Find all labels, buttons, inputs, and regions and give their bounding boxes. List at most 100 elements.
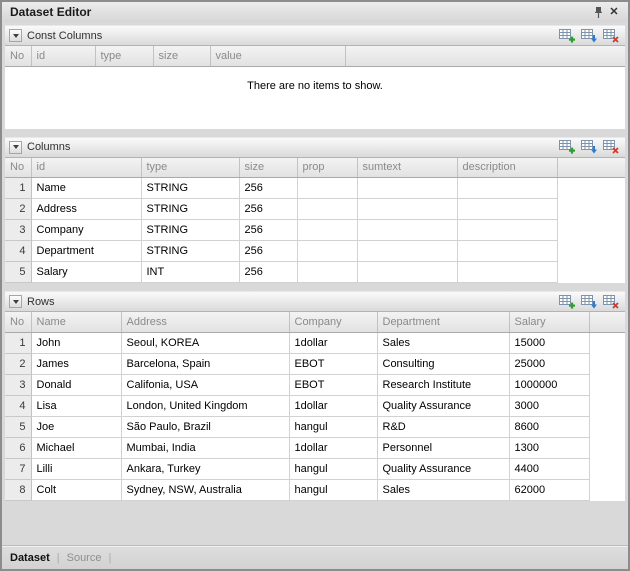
cell[interactable]: London, United Kingdom [121,395,289,416]
column-header[interactable]: type [141,158,239,178]
cell[interactable]: STRING [141,178,239,199]
column-header[interactable]: Name [31,312,121,332]
cell[interactable] [357,220,457,241]
cell[interactable]: EBOT [289,374,377,395]
cell[interactable]: Research Institute [377,374,509,395]
tab-source[interactable]: Source [67,552,102,564]
column-header[interactable]: prop [297,158,357,178]
cell[interactable]: EBOT [289,353,377,374]
cell[interactable]: Lisa [31,395,121,416]
column-header[interactable]: No [5,158,31,178]
cell[interactable] [297,241,357,262]
cell[interactable]: James [31,353,121,374]
column-header[interactable]: id [31,46,95,66]
cell[interactable] [297,199,357,220]
cell[interactable]: hangul [289,416,377,437]
cell[interactable]: 256 [239,241,297,262]
column-header[interactable]: Address [121,312,289,332]
cell[interactable]: 1000000 [509,374,589,395]
cell[interactable]: 4400 [509,458,589,479]
cell[interactable]: Donald [31,374,121,395]
cell[interactable]: 15000 [509,332,589,353]
column-header[interactable]: size [239,158,297,178]
add-row-icon[interactable] [558,294,575,309]
cell[interactable]: Name [31,178,141,199]
cell[interactable]: Sales [377,479,509,500]
collapse-button[interactable] [9,141,22,154]
cell[interactable]: Address [31,199,141,220]
cell[interactable]: Consulting [377,353,509,374]
insert-row-icon[interactable] [580,140,597,155]
add-row-icon[interactable] [558,28,575,43]
cell[interactable]: 62000 [509,479,589,500]
cell[interactable]: 1dollar [289,332,377,353]
cell[interactable]: Sydney, NSW, Australia [121,479,289,500]
cell[interactable] [457,220,557,241]
column-header[interactable]: sumtext [357,158,457,178]
cell[interactable]: 256 [239,262,297,283]
insert-row-icon[interactable] [580,294,597,309]
cell[interactable]: 256 [239,178,297,199]
cell[interactable]: Lilli [31,458,121,479]
delete-row-icon[interactable] [602,294,619,309]
cell[interactable] [297,262,357,283]
cell[interactable]: R&D [377,416,509,437]
cell[interactable]: STRING [141,199,239,220]
cell[interactable] [357,178,457,199]
cell[interactable] [457,241,557,262]
add-row-icon[interactable] [558,140,575,155]
insert-row-icon[interactable] [580,28,597,43]
collapse-button[interactable] [9,29,22,42]
cell[interactable]: 25000 [509,353,589,374]
cell[interactable]: Department [31,241,141,262]
cell[interactable]: STRING [141,241,239,262]
column-header[interactable]: Salary [509,312,589,332]
column-header[interactable]: type [95,46,153,66]
cell[interactable]: 3000 [509,395,589,416]
column-header[interactable]: id [31,158,141,178]
delete-row-icon[interactable] [602,28,619,43]
cell[interactable]: 1dollar [289,437,377,458]
cell[interactable] [357,241,457,262]
column-header[interactable]: size [153,46,210,66]
cell[interactable]: INT [141,262,239,283]
column-header[interactable]: Company [289,312,377,332]
cell[interactable]: Califonia, USA [121,374,289,395]
cell[interactable]: Quality Assurance [377,458,509,479]
collapse-button[interactable] [9,295,22,308]
column-header[interactable]: No [5,312,31,332]
cell[interactable] [457,199,557,220]
cell[interactable]: Quality Assurance [377,395,509,416]
cell[interactable]: Mumbai, India [121,437,289,458]
cell[interactable]: São Paulo, Brazil [121,416,289,437]
column-header[interactable]: Department [377,312,509,332]
cell[interactable]: 8600 [509,416,589,437]
cell[interactable]: 256 [239,220,297,241]
cell[interactable]: Colt [31,479,121,500]
cell[interactable]: Personnel [377,437,509,458]
cell[interactable]: Michael [31,437,121,458]
column-header[interactable]: No [5,46,31,66]
pin-icon[interactable] [590,4,606,20]
cell[interactable]: STRING [141,220,239,241]
cell[interactable]: Barcelona, Spain [121,353,289,374]
cell[interactable]: 1dollar [289,395,377,416]
tab-dataset[interactable]: Dataset [10,552,50,564]
cell[interactable] [357,199,457,220]
cell[interactable] [357,262,457,283]
cell[interactable]: John [31,332,121,353]
close-icon[interactable]: ✕ [606,4,622,20]
cell[interactable] [457,262,557,283]
cell[interactable] [457,178,557,199]
cell[interactable]: 1300 [509,437,589,458]
delete-row-icon[interactable] [602,140,619,155]
cell[interactable]: Seoul, KOREA [121,332,289,353]
cell[interactable]: hangul [289,458,377,479]
cell[interactable] [297,178,357,199]
cell[interactable]: hangul [289,479,377,500]
column-header[interactable]: value [210,46,345,66]
column-header[interactable]: description [457,158,557,178]
cell[interactable]: Joe [31,416,121,437]
cell[interactable]: Sales [377,332,509,353]
cell[interactable] [297,220,357,241]
